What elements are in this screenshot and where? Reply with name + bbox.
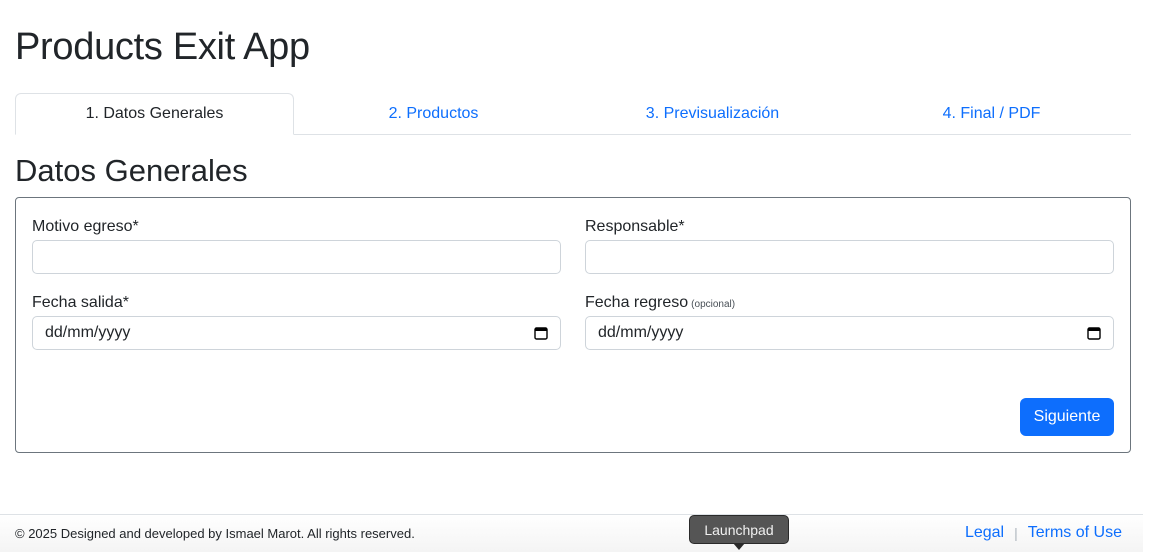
tooltip-arrow xyxy=(733,543,745,550)
motivo-egreso-label: Motivo egreso* xyxy=(32,218,139,235)
step-tabs: 1. Datos Generales 2. Productos 3. Previ… xyxy=(15,93,1131,135)
tab-datos-generales[interactable]: 1. Datos Generales xyxy=(15,93,294,135)
fecha-regreso-label-text: Fecha regreso xyxy=(585,294,689,311)
tab-previsualizacion[interactable]: 3. Previsualización xyxy=(573,93,852,135)
tab-final-pdf[interactable]: 4. Final / PDF xyxy=(852,93,1131,135)
fecha-regreso-label: Fecha regreso (opcional) xyxy=(585,293,735,315)
app-title: Products Exit App xyxy=(15,26,310,68)
terms-of-use-link[interactable]: Terms of Use xyxy=(1028,524,1122,542)
motivo-egreso-input[interactable] xyxy=(32,240,561,274)
fecha-salida-placeholder: dd/mm/yyyy xyxy=(45,324,131,341)
fecha-regreso-input[interactable]: dd/mm/yyyy xyxy=(585,316,1114,350)
datos-generales-form: Motivo egreso* Responsable* Fecha salida… xyxy=(15,197,1131,453)
tab-productos[interactable]: 2. Productos xyxy=(294,93,573,135)
calendar-icon[interactable] xyxy=(534,326,548,340)
footer-separator: | xyxy=(1014,525,1018,541)
launchpad-tooltip: Launchpad xyxy=(689,515,789,544)
fecha-regreso-hint: (opcional) xyxy=(691,299,736,310)
fecha-salida-input[interactable]: dd/mm/yyyy xyxy=(32,316,561,350)
fecha-salida-label: Fecha salida* xyxy=(32,294,129,311)
footer: © 2025 Designed and developed by Ismael … xyxy=(0,514,1143,552)
calendar-icon[interactable] xyxy=(1087,326,1101,340)
responsable-label: Responsable* xyxy=(585,218,685,235)
legal-link[interactable]: Legal xyxy=(965,524,1004,542)
next-button[interactable]: Siguiente xyxy=(1020,398,1114,436)
section-title: Datos Generales xyxy=(15,153,248,188)
fecha-regreso-placeholder: dd/mm/yyyy xyxy=(598,324,684,341)
footer-links: Legal | Terms of Use xyxy=(965,524,1122,542)
copyright-text: © 2025 Designed and developed by Ismael … xyxy=(15,526,415,541)
responsable-input[interactable] xyxy=(585,240,1114,274)
